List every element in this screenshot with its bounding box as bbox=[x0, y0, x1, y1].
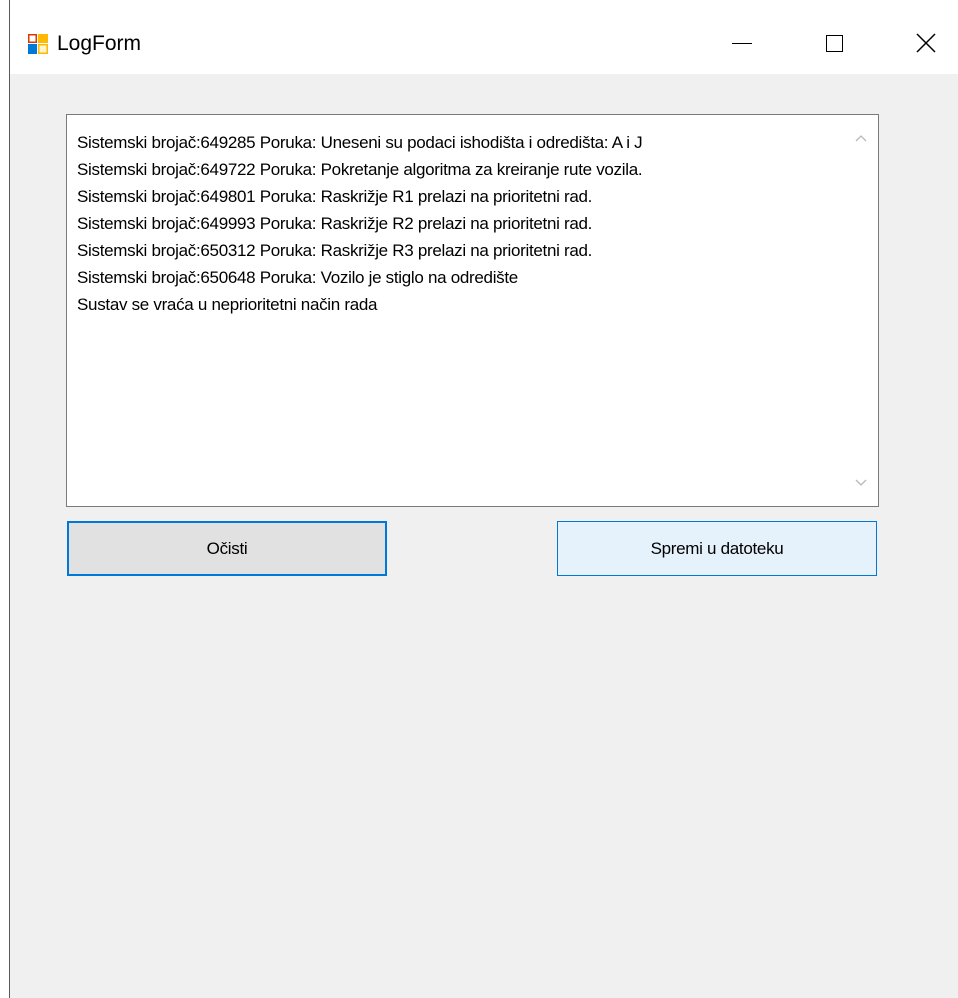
log-line: Sistemski brojač:650312 Poruka: Raskrižj… bbox=[77, 241, 593, 260]
window-title: LogForm bbox=[57, 32, 142, 55]
log-line: Sistemski brojač:649722 Poruka: Pokretan… bbox=[77, 160, 643, 179]
minimize-icon bbox=[732, 42, 752, 44]
log-line: Sistemski brojač:649801 Poruka: Raskrižj… bbox=[77, 187, 593, 206]
chevron-down-icon bbox=[855, 479, 867, 486]
scroll-up-button[interactable] bbox=[844, 121, 878, 155]
log-line: Sistemski brojač:649993 Poruka: Raskrižj… bbox=[77, 214, 593, 233]
log-line: Sistemski brojač:649285 Poruka: Uneseni … bbox=[77, 133, 643, 152]
vertical-scrollbar[interactable] bbox=[844, 115, 878, 506]
save-to-file-button[interactable]: Spremi u datoteku bbox=[557, 521, 877, 576]
close-button[interactable] bbox=[894, 20, 958, 66]
close-icon bbox=[916, 33, 936, 53]
maximize-icon bbox=[825, 34, 843, 52]
minimize-button[interactable] bbox=[710, 20, 774, 66]
chevron-up-icon bbox=[855, 135, 867, 142]
clear-button[interactable]: Očisti bbox=[67, 521, 387, 576]
log-lines: Sistemski brojač:649285 Poruka: Uneseni … bbox=[77, 129, 838, 318]
maximize-button[interactable] bbox=[802, 20, 866, 66]
winforms-app-icon bbox=[28, 34, 48, 54]
title-bar[interactable]: LogForm bbox=[10, 0, 958, 74]
log-textbox[interactable]: Sistemski brojač:649285 Poruka: Uneseni … bbox=[66, 114, 879, 507]
log-line: Sustav se vraća u neprioritetni način ra… bbox=[77, 295, 378, 314]
log-line: Sistemski brojač:650648 Poruka: Vozilo j… bbox=[77, 268, 518, 287]
scroll-down-button[interactable] bbox=[844, 466, 878, 500]
logform-window: LogForm Sistemski brojač:649285 Poruka: … bbox=[9, 0, 958, 998]
